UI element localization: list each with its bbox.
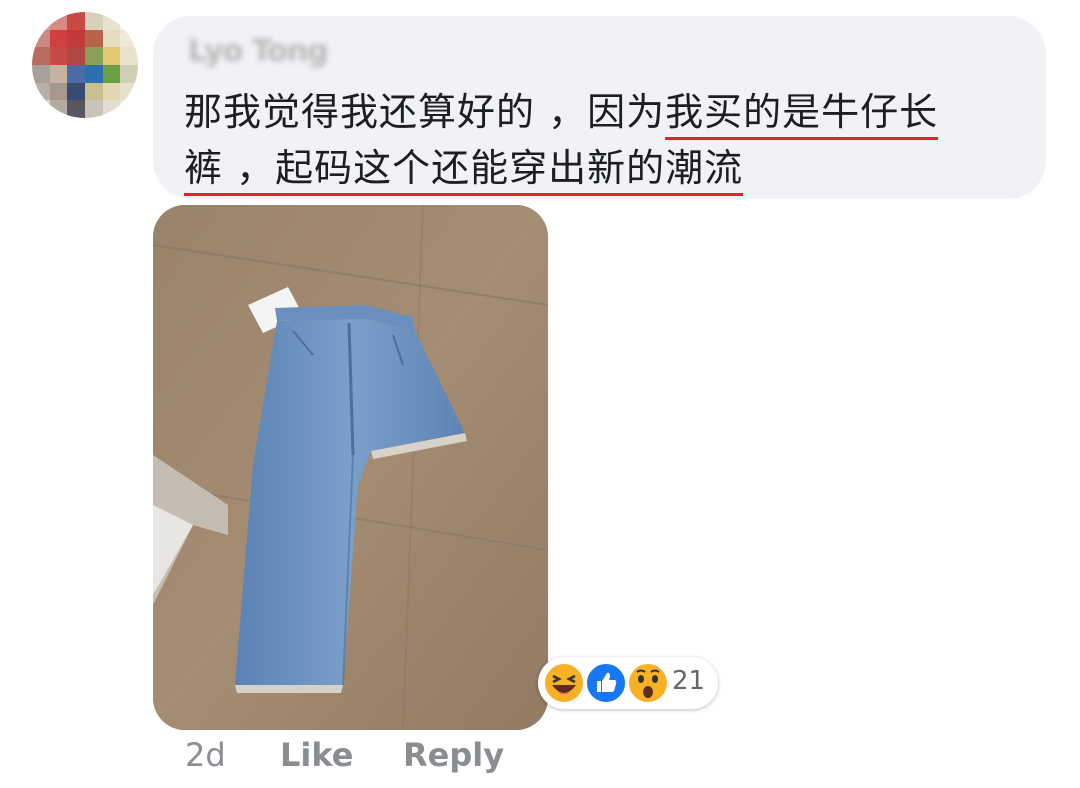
like-button[interactable]: Like [280, 736, 353, 774]
jeans-photo [153, 205, 548, 730]
like-icon [584, 661, 628, 705]
haha-icon [542, 661, 586, 705]
wow-icon [626, 661, 670, 705]
reply-button[interactable]: Reply [403, 736, 504, 774]
comment-text: 那我觉得我还算好的 ，因为我买的是牛仔长裤 ，起码这个还能穿出新的潮流 [184, 84, 1014, 196]
comment-text-highlight1: 我买的是牛仔长 [665, 90, 939, 134]
comment-text-part1: 那我觉得我还算好的 ，因为 [184, 90, 666, 134]
comment-timestamp[interactable]: 2d [185, 736, 226, 774]
reaction-summary[interactable]: 21 [538, 657, 718, 709]
comment-text-highlight2: 裤 ，起码这个还能穿出新的潮流 [184, 146, 744, 190]
attached-photo[interactable] [153, 205, 548, 730]
avatar[interactable] [32, 12, 138, 118]
reaction-count: 21 [672, 666, 706, 696]
comment-author[interactable]: Lyo Tong [188, 34, 329, 69]
